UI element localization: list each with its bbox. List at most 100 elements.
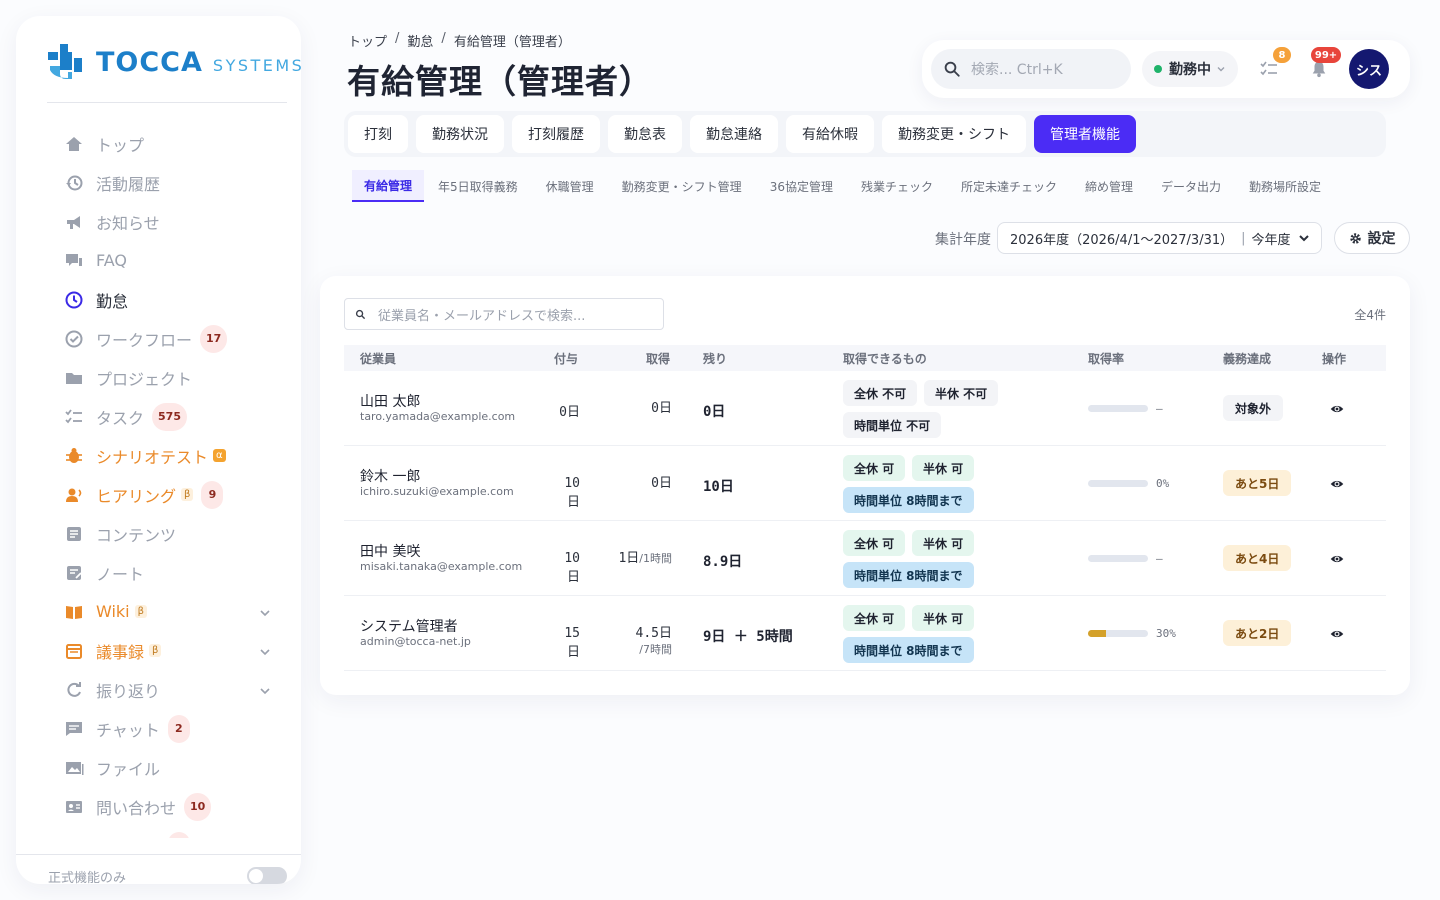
chevron-down-icon[interactable] bbox=[259, 643, 271, 662]
notifications-button[interactable]: 99+ bbox=[1307, 47, 1341, 81]
subtab-7[interactable]: 所定未達チェック bbox=[947, 170, 1071, 202]
count-badge: 9 bbox=[201, 480, 224, 509]
sidebar-item[interactable]: コンテンツ bbox=[16, 514, 301, 553]
duty-status-badge: 対象外 bbox=[1223, 395, 1284, 421]
tab-5[interactable]: 勤怠連絡 bbox=[690, 115, 778, 153]
sidebar-item[interactable]: タスク 575 bbox=[16, 397, 301, 436]
divider bbox=[47, 102, 287, 103]
tab-4[interactable]: 勤怠表 bbox=[608, 115, 682, 153]
subtab-1[interactable]: 有給管理 bbox=[352, 170, 425, 202]
tab-2[interactable]: 勤務状況 bbox=[416, 115, 504, 153]
eye-icon[interactable] bbox=[1330, 476, 1344, 490]
breadcrumb-top[interactable]: トップ bbox=[348, 31, 387, 50]
fiscal-year-current: 今年度 bbox=[1251, 232, 1291, 248]
table-row: システム管理者 admin@tocca-net.jp 15日 4.5日/7時間 9日 ＋… bbox=[344, 596, 1386, 671]
beta-tag: β bbox=[149, 644, 162, 657]
tab-7[interactable]: 勤務変更・シフト bbox=[882, 115, 1026, 153]
sidebar-item[interactable]: FAQ bbox=[16, 241, 301, 280]
sidebar-item[interactable]: ヒアリング β 9 bbox=[16, 475, 301, 514]
fiscal-year-select[interactable]: 2026年度（2026/4/1〜2027/3/31） | 今年度 bbox=[997, 222, 1322, 254]
tab-3[interactable]: 打刻履歴 bbox=[512, 115, 600, 153]
count-badge: 17 bbox=[200, 324, 228, 353]
settings-label: 設定 bbox=[1367, 231, 1396, 247]
sidebar-item[interactable]: 活動履歴 bbox=[16, 163, 301, 202]
employee-name: 山田 太郎 bbox=[360, 394, 421, 410]
tab-8[interactable]: 管理者機能 bbox=[1034, 115, 1136, 153]
status-dot bbox=[1154, 65, 1162, 73]
sidebar-item[interactable]: 勤怠 bbox=[16, 280, 301, 319]
remaining-days: 10日 bbox=[703, 479, 734, 495]
eye-icon[interactable] bbox=[1330, 626, 1344, 640]
sidebar-item-label: チャット bbox=[96, 720, 160, 740]
chevron-down-icon[interactable] bbox=[259, 682, 271, 701]
tab-1[interactable]: 打刻 bbox=[348, 115, 408, 153]
sidebar-item[interactable]: プロジェクト bbox=[16, 358, 301, 397]
sidebar-item[interactable]: Wiki β bbox=[16, 592, 301, 631]
breadcrumb-attendance[interactable]: 勤怠 bbox=[407, 31, 433, 50]
sidebar-item[interactable]: シナリオテスト α bbox=[16, 436, 301, 475]
sidebar-item-label: 勤怠 bbox=[96, 291, 129, 311]
eye-icon[interactable] bbox=[1330, 551, 1344, 565]
header-rate: 取得率 bbox=[1088, 352, 1125, 366]
fiscal-year-value: 2026年度（2026/4/1〜2027/3/31） bbox=[1010, 232, 1234, 248]
sidebar-item[interactable]: ノート bbox=[16, 553, 301, 592]
remaining-days: 0日 bbox=[703, 404, 726, 420]
usage-progress bbox=[1088, 555, 1148, 562]
official-only-toggle[interactable] bbox=[247, 867, 287, 884]
sidebar-item[interactable]: 議事録 β bbox=[16, 631, 301, 670]
employee-name: 鈴木 一郎 bbox=[360, 469, 421, 485]
leave-option-chip: 時間単位 8時間まで bbox=[843, 562, 974, 588]
sidebar-item[interactable]: 問い合わせ 10 bbox=[16, 787, 301, 826]
employee-name: システム管理者 bbox=[360, 619, 458, 635]
sidebar-item-label: コンテンツ bbox=[96, 525, 177, 545]
usage-progress bbox=[1088, 630, 1148, 637]
settings-button[interactable]: 設定 bbox=[1334, 222, 1410, 254]
sidebar-item[interactable]: 振り返り bbox=[16, 670, 301, 709]
table-row: 田中 美咲 misaki.tanaka@example.com 10日 1日/1時間 8… bbox=[344, 521, 1386, 596]
employee-search-input[interactable]: 従業員名・メールアドレスで検索... bbox=[344, 298, 664, 330]
sidebar-item-label: シナリオテスト bbox=[96, 447, 209, 467]
eye-icon[interactable] bbox=[1330, 401, 1344, 415]
tab-6[interactable]: 有給休暇 bbox=[786, 115, 874, 153]
subtab-5[interactable]: 36協定管理 bbox=[756, 170, 847, 202]
sidebar-item[interactable]: チャット 2 bbox=[16, 709, 301, 748]
sidebar-item[interactable]: トップ bbox=[16, 124, 301, 163]
subtab-2[interactable]: 年5日取得義務 bbox=[424, 170, 532, 202]
notification-count-badge: 99+ bbox=[1311, 47, 1341, 63]
header-remaining: 残り bbox=[703, 352, 728, 366]
sidebar-item[interactable]: レポート 3 bbox=[16, 826, 301, 838]
sidebar-item[interactable]: お知らせ bbox=[16, 202, 301, 241]
global-search[interactable]: 検索... Ctrl+K bbox=[931, 49, 1131, 89]
sidebar-item-label: お知らせ bbox=[96, 213, 160, 233]
subtab-4[interactable]: 勤務変更・シフト管理 bbox=[608, 170, 756, 202]
leave-option-chip: 半休 可 bbox=[912, 530, 975, 556]
work-status-dropdown[interactable]: 勤務中 bbox=[1142, 51, 1238, 87]
count-badge: 10 bbox=[184, 792, 212, 821]
usage-progress bbox=[1088, 405, 1148, 412]
sidebar-item[interactable]: ファイル bbox=[16, 748, 301, 787]
sidebar-item[interactable]: ワークフロー 17 bbox=[16, 319, 301, 358]
employee-email: taro.yamada@example.com bbox=[360, 410, 516, 423]
duty-status-badge: あと2日 bbox=[1223, 620, 1292, 646]
note-icon bbox=[64, 563, 84, 583]
avatar[interactable]: シス bbox=[1349, 49, 1389, 89]
count-badge: 3 bbox=[168, 831, 191, 838]
employee-email: admin@tocca-net.jp bbox=[360, 635, 471, 648]
subtab-8[interactable]: 締め管理 bbox=[1071, 170, 1147, 202]
subtab-6[interactable]: 残業チェック bbox=[847, 170, 947, 202]
taken-days: 0日 bbox=[606, 401, 672, 417]
subtab-3[interactable]: 休職管理 bbox=[532, 170, 608, 202]
task-list-button[interactable]: 8 bbox=[1257, 47, 1291, 81]
granted-days: 0日 bbox=[559, 405, 580, 420]
logo[interactable]: TOCCA SYSTEMS bbox=[48, 44, 301, 80]
beta-tag: β bbox=[134, 605, 148, 618]
taken-main: 4.5日 bbox=[635, 626, 672, 641]
clock-icon bbox=[64, 290, 84, 310]
subtab-9[interactable]: データ出力 bbox=[1147, 170, 1235, 202]
employee-name: 田中 美咲 bbox=[360, 544, 421, 560]
search-icon bbox=[355, 309, 366, 319]
chevron-down-icon[interactable] bbox=[259, 604, 271, 623]
taken-hours: /1時間 bbox=[639, 552, 672, 565]
subtab-10[interactable]: 勤務場所設定 bbox=[1235, 170, 1335, 202]
table-header: 従業員 付与 取得 残り 取得できるもの 取得率 義務達成 操作 bbox=[344, 345, 1386, 371]
